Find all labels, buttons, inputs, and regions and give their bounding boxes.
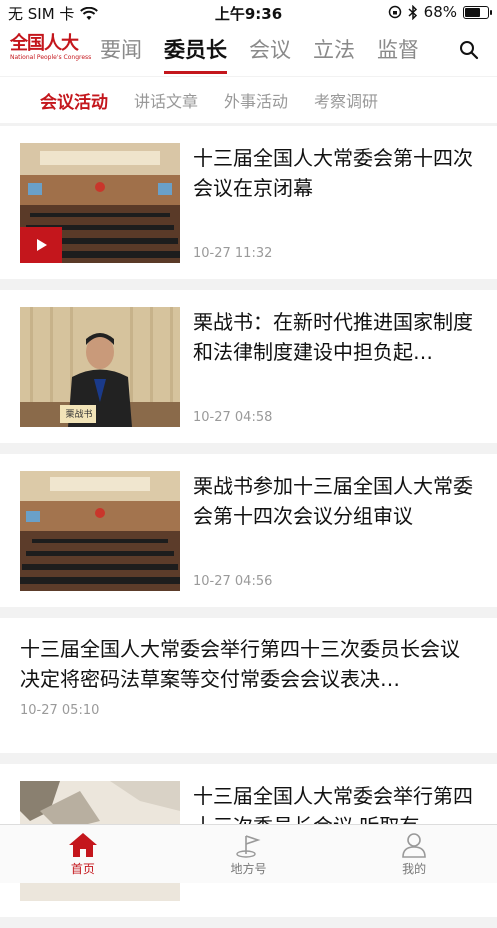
subtab-foreign-affairs[interactable]: 外事活动 — [224, 88, 288, 112]
tabbar-local-label: 地方号 — [230, 861, 267, 876]
article-title: 栗战书参加十三届全国人大常委会第十四次会议分组审议 — [193, 474, 473, 528]
bluetooth-icon — [408, 4, 417, 20]
user-icon — [402, 832, 426, 858]
status-bar: 无 SIM 卡 上午9:36 68% — [0, 0, 497, 26]
list-item[interactable]: 栗战书参加十三届全国人大常委会第十四次会议分组审议 10-27 04:56 — [0, 454, 497, 607]
logo-title: 全国人大 — [10, 33, 79, 54]
tab-legislation[interactable]: 立法 — [313, 32, 355, 72]
tabbar-home[interactable]: 首页 — [0, 825, 166, 883]
logo-subtitle: National People's Congress — [10, 54, 92, 61]
list-item[interactable]: 十三届全国人大常委会举行第四十三次委员长会议 决定将密码法草案等交付常委会会议表… — [0, 618, 497, 753]
speaker-thumbnail: 栗战书 — [20, 307, 180, 427]
subtab-inspections[interactable]: 考察调研 — [314, 88, 378, 112]
subtab-speeches[interactable]: 讲话文章 — [134, 88, 198, 112]
tab-chairman[interactable]: 委员长 — [164, 32, 227, 74]
nameplate-label: 栗战书 — [65, 410, 93, 420]
list-item[interactable]: 十三届全国人大常委会第十四次会议在京闭幕 10-27 11:32 — [0, 126, 497, 279]
meeting-hall-thumbnail — [20, 143, 180, 263]
tabbar-local[interactable]: 地方号 — [166, 825, 332, 883]
nav-tabs: 要闻 委员长 会议 立法 监督 — [100, 32, 441, 74]
article-title: 十三届全国人大常委会第十四次会议在京闭幕 — [193, 146, 473, 200]
tab-supervision[interactable]: 监督 — [377, 32, 419, 72]
tabbar-profile[interactable]: 我的 — [331, 825, 497, 883]
article-time: 10-27 04:58 — [193, 410, 273, 425]
bottom-tab-bar: 首页 地方号 我的 — [0, 824, 497, 883]
tab-meetings[interactable]: 会议 — [249, 32, 291, 72]
battery-icon — [463, 5, 492, 19]
orientation-lock-icon — [388, 5, 401, 19]
article-time: 10-27 11:32 — [193, 246, 273, 261]
tab-news[interactable]: 要闻 — [100, 32, 142, 72]
article-time: 10-27 05:10 — [20, 703, 100, 718]
npc-logo: 全国人大 National People's Congress — [10, 34, 91, 62]
tabbar-profile-label: 我的 — [402, 861, 427, 876]
play-icon[interactable] — [20, 227, 62, 263]
home-icon — [68, 832, 97, 857]
top-nav: 全国人大 National People's Congress 要闻 委员长 会… — [0, 26, 497, 76]
meeting-hall-thumbnail — [20, 471, 180, 591]
search-icon[interactable] — [459, 40, 479, 60]
article-time: 10-27 04:56 — [193, 574, 273, 589]
article-list: 十三届全国人大常委会第十四次会议在京闭幕 10-27 11:32 栗战书 栗战书… — [0, 126, 497, 928]
list-item[interactable]: 栗战书 栗战书：在新时代推进国家制度和法律制度建设中担负起… 10-27 04:… — [0, 290, 497, 443]
tabbar-home-label: 首页 — [70, 861, 95, 876]
subtab-meeting-activities[interactable]: 会议活动 — [40, 88, 108, 113]
sub-tabs: 会议活动 讲话文章 外事活动 考察调研 — [0, 77, 497, 123]
battery-percent: 68% — [423, 3, 457, 21]
article-title: 栗战书：在新时代推进国家制度和法律制度建设中担负起… — [193, 310, 473, 364]
article-title: 十三届全国人大常委会举行第四十三次委员长会议 决定将密码法草案等交付常委会会议表… — [20, 637, 460, 691]
flag-location-icon — [235, 834, 261, 858]
